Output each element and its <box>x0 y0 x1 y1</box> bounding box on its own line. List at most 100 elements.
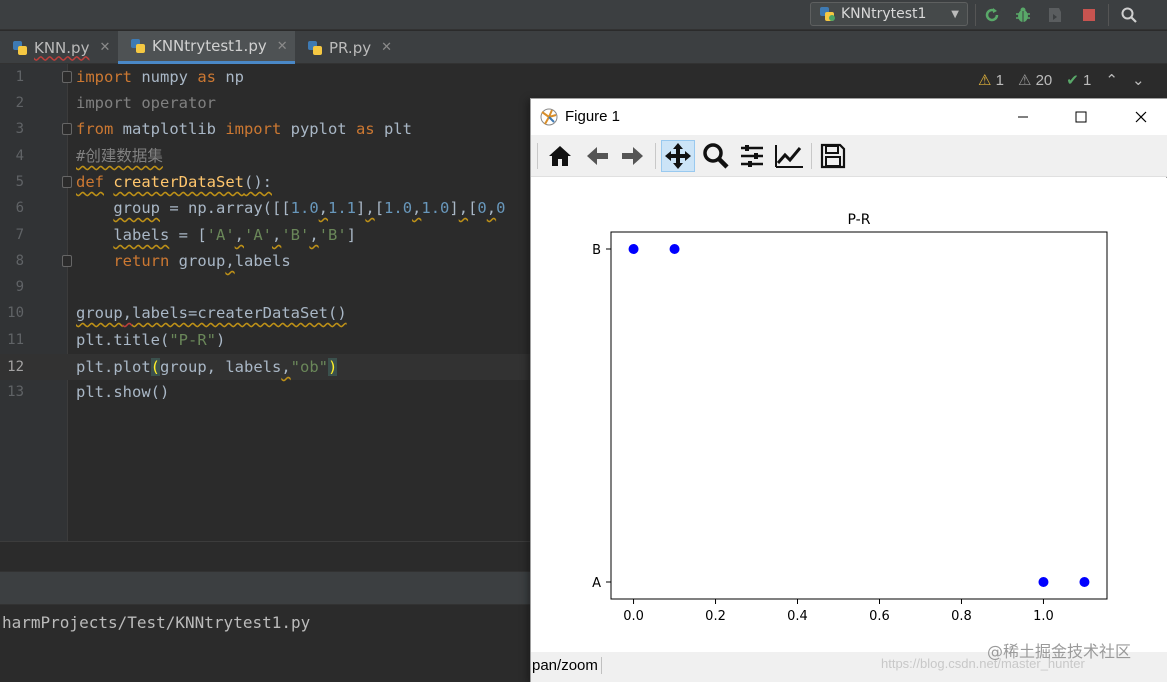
toolbar-divider <box>975 4 976 26</box>
x-tick-label: 0.2 <box>705 609 726 624</box>
chevron-up-icon[interactable]: ⌃ <box>1105 71 1118 89</box>
tab-pr[interactable]: PR.py ✕ <box>295 31 405 64</box>
subplots-config-icon[interactable] <box>735 140 769 172</box>
toolbar-divider <box>1108 4 1109 26</box>
keyword: import <box>76 68 132 86</box>
tab-label: PR.py <box>329 38 372 57</box>
watermark-brand: @稀土掘金技术社区 <box>987 642 1132 661</box>
data-point <box>1038 577 1049 587</box>
x-tick-label: 0.8 <box>951 609 972 624</box>
forward-arrow-icon[interactable] <box>616 140 650 172</box>
line-number: 6 <box>15 200 24 216</box>
search-icon[interactable] <box>1118 4 1140 26</box>
close-icon[interactable]: ✕ <box>99 40 110 55</box>
x-tick-label: 1.0 <box>1033 609 1054 624</box>
code-token: pyplot <box>281 120 356 138</box>
code-line: from matplotlib import pyplot as plt <box>76 116 412 142</box>
x-tick-label: 0.4 <box>787 609 808 624</box>
x-tick-label: 0.0 <box>623 609 644 624</box>
back-arrow-icon[interactable] <box>580 140 614 172</box>
chevron-down-icon: ▼ <box>951 8 959 20</box>
chevron-down-icon[interactable]: ⌄ <box>1132 71 1145 89</box>
toolbar-divider <box>811 143 812 169</box>
warning-indicator[interactable]: ⚠ 20 <box>1018 71 1052 89</box>
x-tick-label: 0.6 <box>869 609 890 624</box>
figure-toolbar <box>531 135 1167 177</box>
keyword: from <box>76 120 114 138</box>
keyword: return <box>113 252 170 270</box>
line-number: 5 <box>15 174 24 190</box>
matplotlib-logo-icon <box>540 108 558 126</box>
pan-move-icon[interactable] <box>661 140 695 172</box>
chart-title: P-R <box>848 212 871 228</box>
python-file-icon <box>820 7 835 21</box>
code-line: def createrDataSet(): <box>76 169 272 195</box>
data-point <box>1079 577 1090 587</box>
minimize-button[interactable] <box>1003 105 1043 129</box>
fold-marker-icon[interactable] <box>62 71 72 83</box>
warning-triangle-icon: ⚠ <box>978 72 992 89</box>
maximize-button[interactable] <box>1061 105 1101 129</box>
code-line: import numpy as np <box>76 64 244 90</box>
save-icon[interactable] <box>816 140 850 172</box>
data-point <box>669 244 680 254</box>
variable: labels <box>113 226 170 244</box>
code-token: numpy <box>132 68 198 86</box>
tab-label: KNNtrytest1.py <box>152 37 267 55</box>
close-button[interactable] <box>1121 105 1161 129</box>
python-file-icon <box>131 39 145 53</box>
fold-marker-icon[interactable] <box>62 123 72 135</box>
home-icon[interactable] <box>543 140 577 172</box>
toolbar-divider <box>537 143 538 169</box>
keyword: import <box>225 120 282 138</box>
code-line: plt.title("P-R") <box>76 331 226 349</box>
edit-axis-icon[interactable] <box>772 140 806 172</box>
weak-warning-icon: ⚠ <box>1017 72 1032 89</box>
y-tick-label: A <box>592 576 601 591</box>
figure-window: Figure 1 P-R 0.0 0.2 0.4 0.6 0.8 1.0 A B… <box>530 98 1167 682</box>
fold-marker-icon[interactable] <box>62 255 72 267</box>
code-line: labels = ['A','A','B','B'] <box>113 226 357 244</box>
line-number: 2 <box>15 95 24 111</box>
toolbar-divider <box>655 143 656 169</box>
line-number: 13 <box>7 384 24 400</box>
error-indicator[interactable]: ⚠ 1 <box>978 71 1004 89</box>
run-config-label: KNNtrytest1 <box>841 6 927 22</box>
data-point <box>628 244 639 254</box>
editor-tabs: KNN.py ✕ KNNtrytest1.py ✕ PR.py ✕ <box>0 31 1167 64</box>
inspection-widget[interactable]: ⚠ 1 ⚠ 20 ✔ 1 ⌃ ⌄ <box>978 70 1145 90</box>
figure-title: Figure 1 <box>565 108 621 125</box>
line-number: 4 <box>15 148 24 164</box>
figure-titlebar: Figure 1 <box>531 99 1167 135</box>
code-line: return group,labels <box>113 252 291 270</box>
tab-knn[interactable]: KNN.py ✕ <box>0 31 118 64</box>
tab-knntrytest1[interactable]: KNNtrytest1.py ✕ <box>118 31 295 64</box>
rerun-icon[interactable] <box>981 4 1003 26</box>
code-token: matplotlib <box>113 120 226 138</box>
keyword: as <box>355 120 375 138</box>
run-config-selector[interactable]: KNNtrytest1 ▼ <box>810 2 968 26</box>
status-mode: pan/zoom <box>532 657 602 674</box>
line-number: 10 <box>7 305 24 321</box>
line-number: 11 <box>7 332 24 348</box>
code-token: np <box>216 68 244 86</box>
stop-icon[interactable] <box>1078 4 1100 26</box>
code-token: plt <box>374 120 412 138</box>
debug-bug-icon[interactable] <box>1012 4 1034 26</box>
fold-marker-icon[interactable] <box>62 176 72 188</box>
close-icon[interactable]: ✕ <box>277 39 288 54</box>
main-toolbar: KNNtrytest1 ▼ <box>0 0 1167 30</box>
zoom-magnifier-icon[interactable] <box>699 140 733 172</box>
code-comment: #创建数据集 <box>76 143 163 169</box>
python-file-icon <box>13 40 27 55</box>
function-name: createrDataSet <box>113 173 244 191</box>
close-icon[interactable]: ✕ <box>381 40 392 55</box>
coverage-shield-icon[interactable] <box>1044 4 1066 26</box>
ok-indicator[interactable]: ✔ 1 <box>1066 71 1091 89</box>
code-line: plt.show() <box>76 383 170 401</box>
code-line: import operator <box>76 94 216 112</box>
code-line: group,labels=createrDataSet() <box>76 304 347 322</box>
plot-canvas[interactable]: P-R 0.0 0.2 0.4 0.6 0.8 1.0 A B <box>531 178 1167 652</box>
scatter-chart[interactable]: P-R 0.0 0.2 0.4 0.6 0.8 1.0 A B <box>531 178 1167 652</box>
variable: group <box>113 199 160 217</box>
